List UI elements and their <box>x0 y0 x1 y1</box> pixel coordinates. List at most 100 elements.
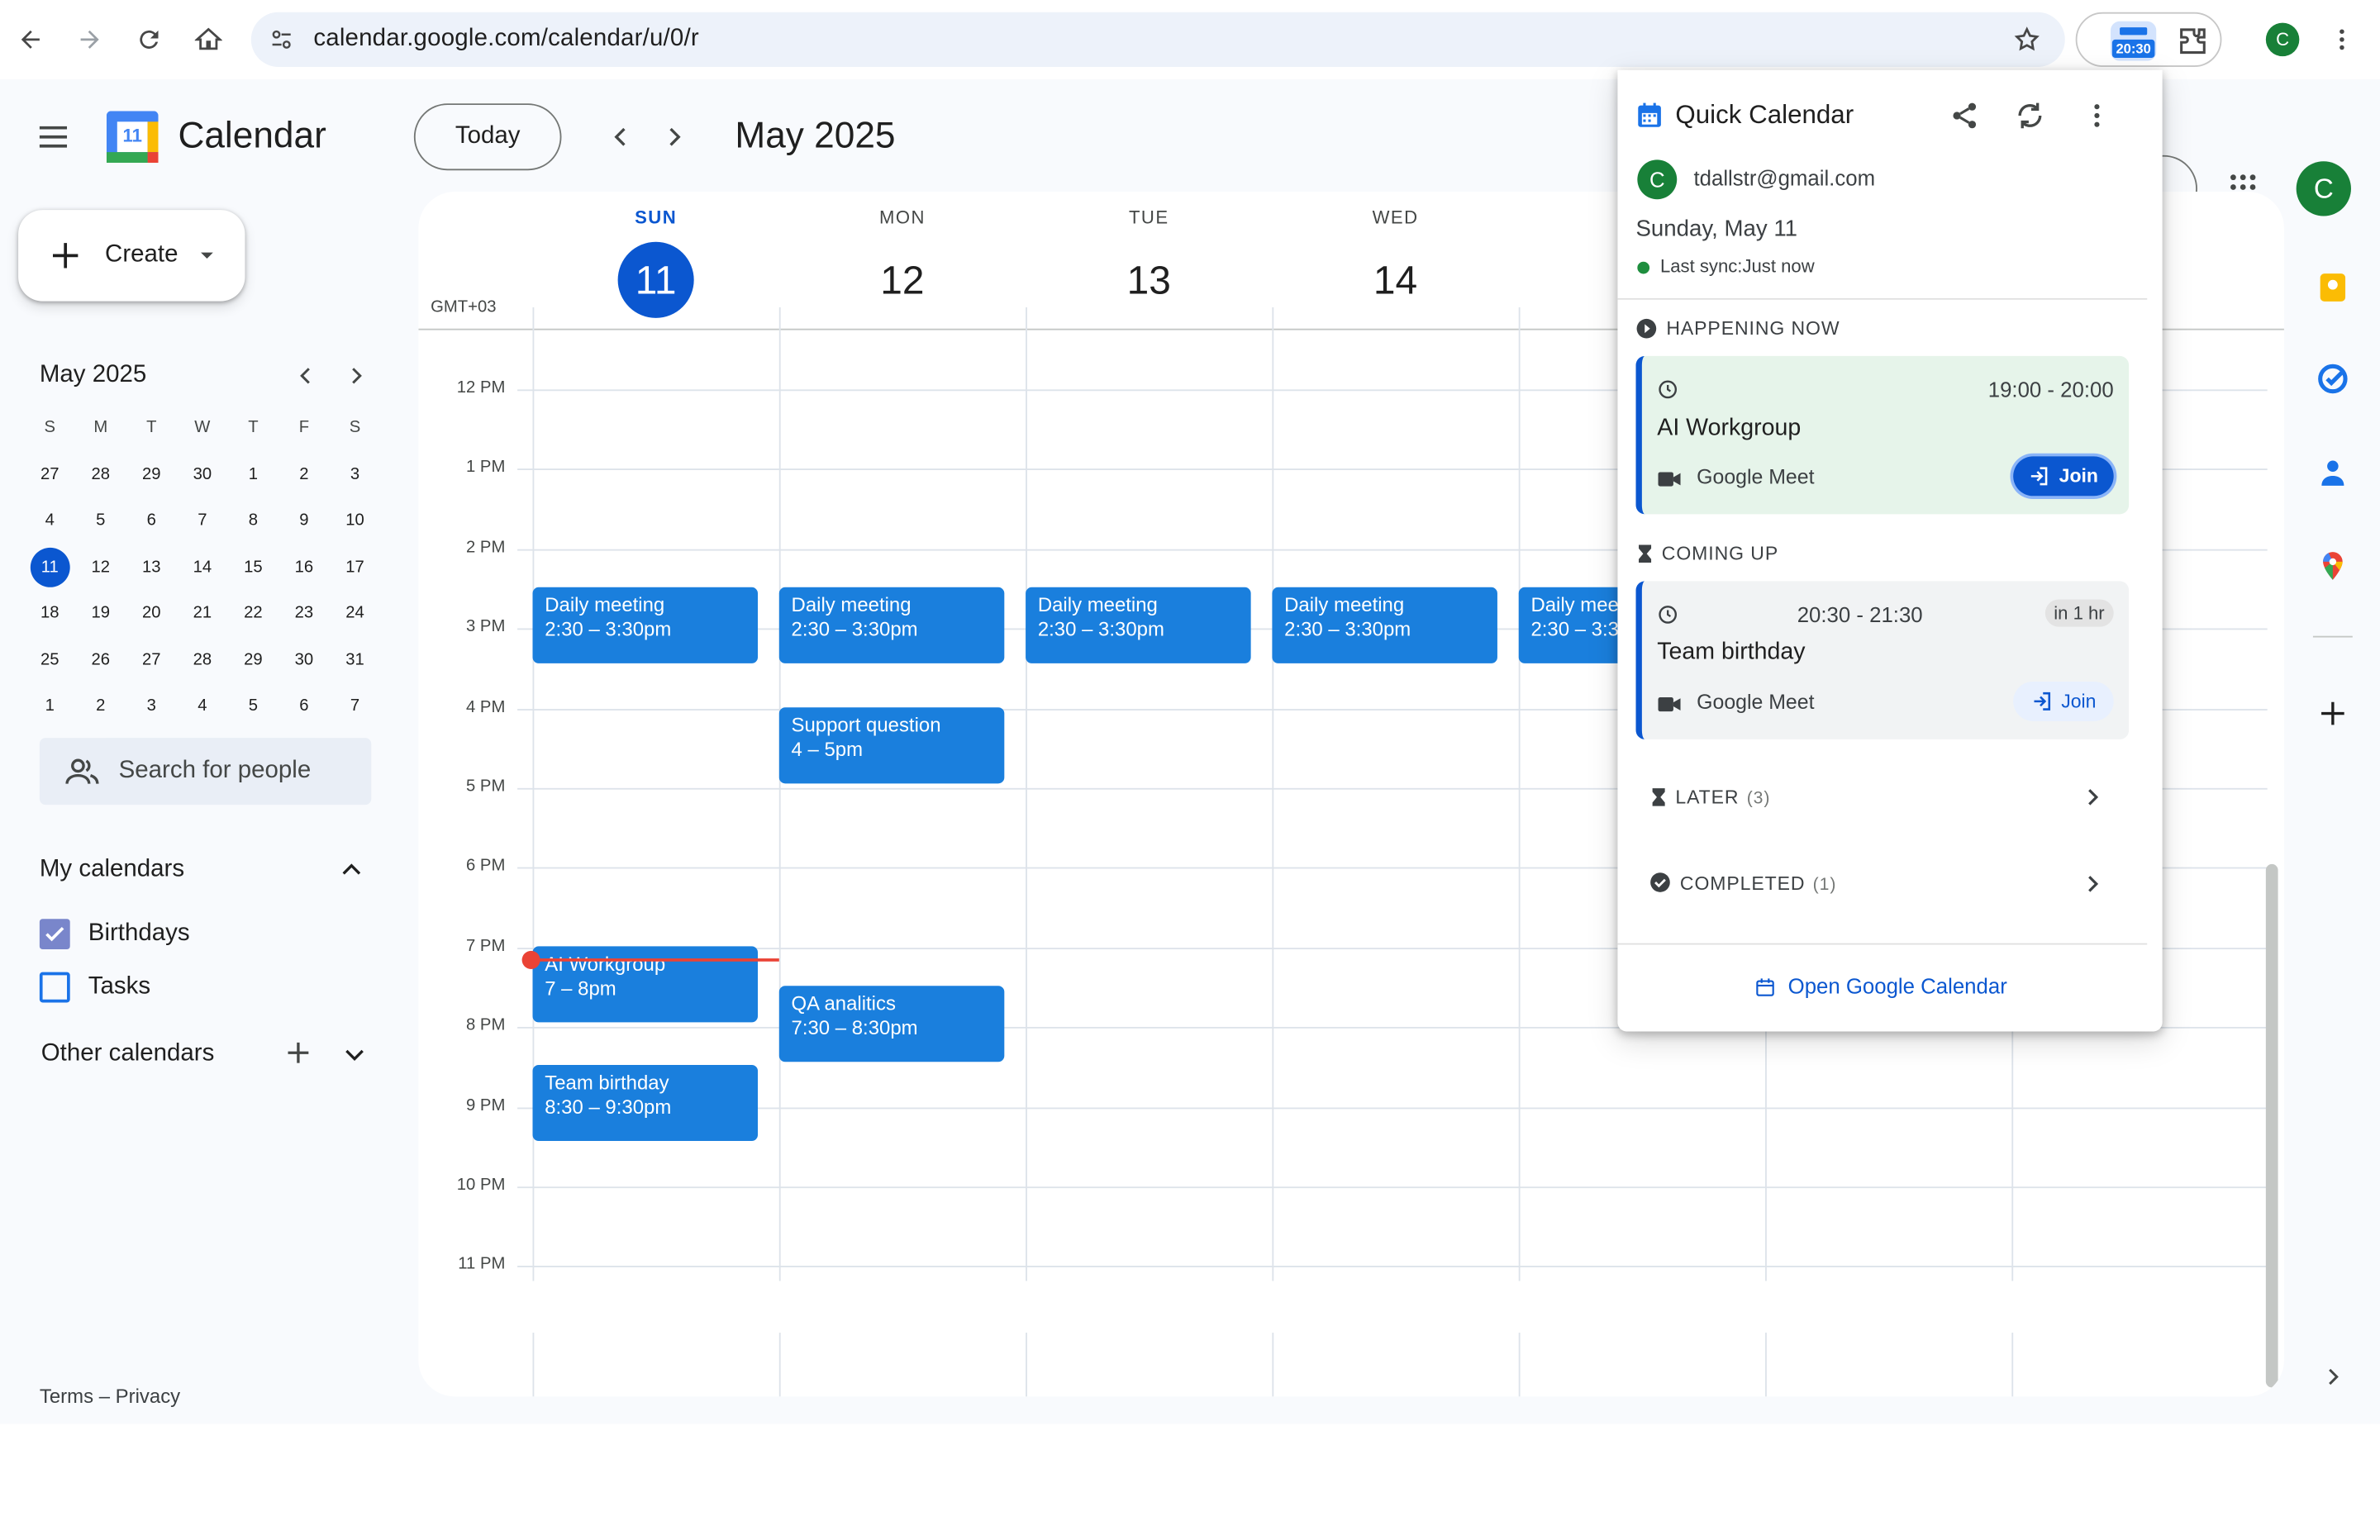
event-daily-meeting-thu[interactable]: Daily mee 2:30 – 3:3 <box>1518 587 1620 663</box>
today-button[interactable]: Today <box>413 103 562 171</box>
birthdays-checkbox[interactable] <box>39 919 70 950</box>
day-header-wed[interactable]: WED 14 <box>1272 207 1518 317</box>
mini-day[interactable]: 7 <box>330 687 381 726</box>
profile-avatar[interactable]: C <box>2265 22 2300 57</box>
forward-button[interactable] <box>65 15 114 64</box>
mini-day[interactable]: 2 <box>278 454 330 494</box>
mini-day[interactable]: 27 <box>126 640 178 680</box>
mini-day[interactable]: 7 <box>177 501 228 540</box>
address-bar[interactable]: calendar.google.com/calendar/u/0/r <box>250 12 2065 68</box>
event-qa-analitics[interactable]: QA analitics 7:30 – 8:30pm <box>778 986 1005 1062</box>
completed-row[interactable]: COMPLETED (1) <box>1636 859 2130 905</box>
footer-links[interactable]: Terms – Privacy <box>40 1385 180 1408</box>
mini-day[interactable]: 27 <box>24 454 75 494</box>
happening-now-card[interactable]: 19:00 - 20:00 AI Workgroup Google Meet J… <box>1635 355 2130 515</box>
event-daily-meeting-sun[interactable]: Daily meeting 2:30 – 3:30pm <box>532 587 759 663</box>
day-header-tue[interactable]: TUE 13 <box>1026 207 1272 317</box>
mini-day[interactable]: 24 <box>330 594 381 634</box>
puzzle-icon[interactable] <box>2178 26 2208 56</box>
keep-icon[interactable] <box>2313 268 2353 307</box>
tasks-icon[interactable] <box>2313 359 2353 399</box>
mini-day[interactable]: 25 <box>24 640 75 680</box>
reload-button[interactable] <box>125 15 174 64</box>
mini-day[interactable]: 4 <box>177 687 228 726</box>
mini-day[interactable]: 28 <box>75 454 126 494</box>
maps-icon[interactable] <box>2313 546 2353 586</box>
mini-day[interactable]: 1 <box>228 454 279 494</box>
mini-day[interactable]: 16 <box>278 547 330 587</box>
mini-day[interactable]: 30 <box>278 640 330 680</box>
chevron-up-icon[interactable] <box>338 857 365 884</box>
event-daily-meeting-mon[interactable]: Daily meeting 2:30 – 3:30pm <box>778 587 1005 663</box>
chevron-left-icon[interactable] <box>607 123 635 150</box>
hamburger-menu-icon[interactable] <box>35 119 71 155</box>
mini-day[interactable]: 10 <box>330 501 381 540</box>
mini-day-number: 6 <box>299 696 309 715</box>
browser-menu-button[interactable] <box>2317 15 2366 64</box>
join-button[interactable]: Join <box>2013 456 2114 497</box>
mini-day[interactable]: 5 <box>75 501 126 540</box>
other-calendars-title[interactable]: Other calendars <box>41 1041 215 1068</box>
mini-day[interactable]: 29 <box>126 454 178 494</box>
mini-day[interactable]: 18 <box>24 594 75 634</box>
event-daily-meeting-tue[interactable]: Daily meeting 2:30 – 3:30pm <box>1026 587 1251 663</box>
mini-day[interactable]: 20 <box>126 594 178 634</box>
later-row[interactable]: LATER (3) <box>1636 772 2130 818</box>
mini-day[interactable]: 31 <box>330 640 381 680</box>
event-daily-meeting-wed[interactable]: Daily meeting 2:30 – 3:30pm <box>1272 587 1497 663</box>
quick-calendar-extension-button[interactable]: 20:30 <box>2111 21 2157 61</box>
more-vert-icon[interactable] <box>2082 101 2112 131</box>
get-addons-icon[interactable] <box>2313 694 2353 734</box>
day-header-mon[interactable]: MON 12 <box>779 207 1026 317</box>
mini-day[interactable]: 5 <box>228 687 279 726</box>
mini-day[interactable]: 29 <box>228 640 279 680</box>
coming-up-card[interactable]: 20:30 - 21:30 in 1 hr Team birthday Goog… <box>1635 581 2130 739</box>
refresh-icon[interactable] <box>2015 101 2045 131</box>
home-button[interactable] <box>184 15 233 64</box>
day-header-sun[interactable]: SUN 11 <box>532 207 778 318</box>
scrollbar[interactable] <box>2265 863 2278 1388</box>
mini-next-month-icon[interactable] <box>344 364 368 387</box>
mini-day[interactable]: 2 <box>75 687 126 726</box>
create-button[interactable]: Create <box>18 210 245 302</box>
mini-day[interactable]: 14 <box>177 547 228 587</box>
open-google-calendar-link[interactable]: Open Google Calendar <box>1788 973 2007 997</box>
mini-day[interactable]: 1 <box>24 687 75 726</box>
mini-day[interactable]: 8 <box>228 501 279 540</box>
mini-prev-month-icon[interactable] <box>293 364 317 387</box>
mini-day[interactable]: 19 <box>75 594 126 634</box>
mini-day[interactable]: 6 <box>126 501 178 540</box>
expand-side-panel-icon[interactable] <box>2313 1357 2353 1397</box>
mini-day[interactable]: 28 <box>177 640 228 680</box>
chevron-down-icon[interactable] <box>340 1041 368 1068</box>
add-calendar-icon[interactable] <box>284 1039 312 1067</box>
account-avatar[interactable]: C <box>2296 161 2351 216</box>
back-button[interactable] <box>6 15 55 64</box>
mini-day[interactable]: 12 <box>75 547 126 587</box>
mini-day[interactable]: 3 <box>330 454 381 494</box>
share-icon[interactable] <box>1949 101 1980 131</box>
my-calendars-title[interactable]: My calendars <box>40 857 184 884</box>
search-people-field[interactable]: Search for people <box>39 738 372 806</box>
mini-day[interactable]: 11 <box>24 547 75 587</box>
mini-day[interactable]: 26 <box>75 640 126 680</box>
bookmark-star-icon[interactable] <box>2013 26 2040 53</box>
event-support-question[interactable]: Support question 4 – 5pm <box>778 707 1005 784</box>
mini-day[interactable]: 15 <box>228 547 279 587</box>
join-button[interactable]: Join <box>2013 681 2114 721</box>
chevron-right-icon[interactable] <box>660 123 688 150</box>
tasks-checkbox[interactable] <box>39 972 70 1003</box>
mini-day[interactable]: 6 <box>278 687 330 726</box>
mini-day[interactable]: 21 <box>177 594 228 634</box>
mini-day[interactable]: 22 <box>228 594 279 634</box>
mini-day[interactable]: 3 <box>126 687 178 726</box>
mini-day[interactable]: 13 <box>126 547 178 587</box>
mini-day[interactable]: 30 <box>177 454 228 494</box>
contacts-icon[interactable] <box>2313 454 2353 493</box>
mini-day[interactable]: 23 <box>278 594 330 634</box>
mini-day[interactable]: 4 <box>24 501 75 540</box>
event-team-birthday[interactable]: Team birthday 8:30 – 9:30pm <box>532 1064 759 1142</box>
mini-day[interactable]: 9 <box>278 501 330 540</box>
mini-day-number: 17 <box>345 558 364 577</box>
mini-day[interactable]: 17 <box>330 547 381 587</box>
